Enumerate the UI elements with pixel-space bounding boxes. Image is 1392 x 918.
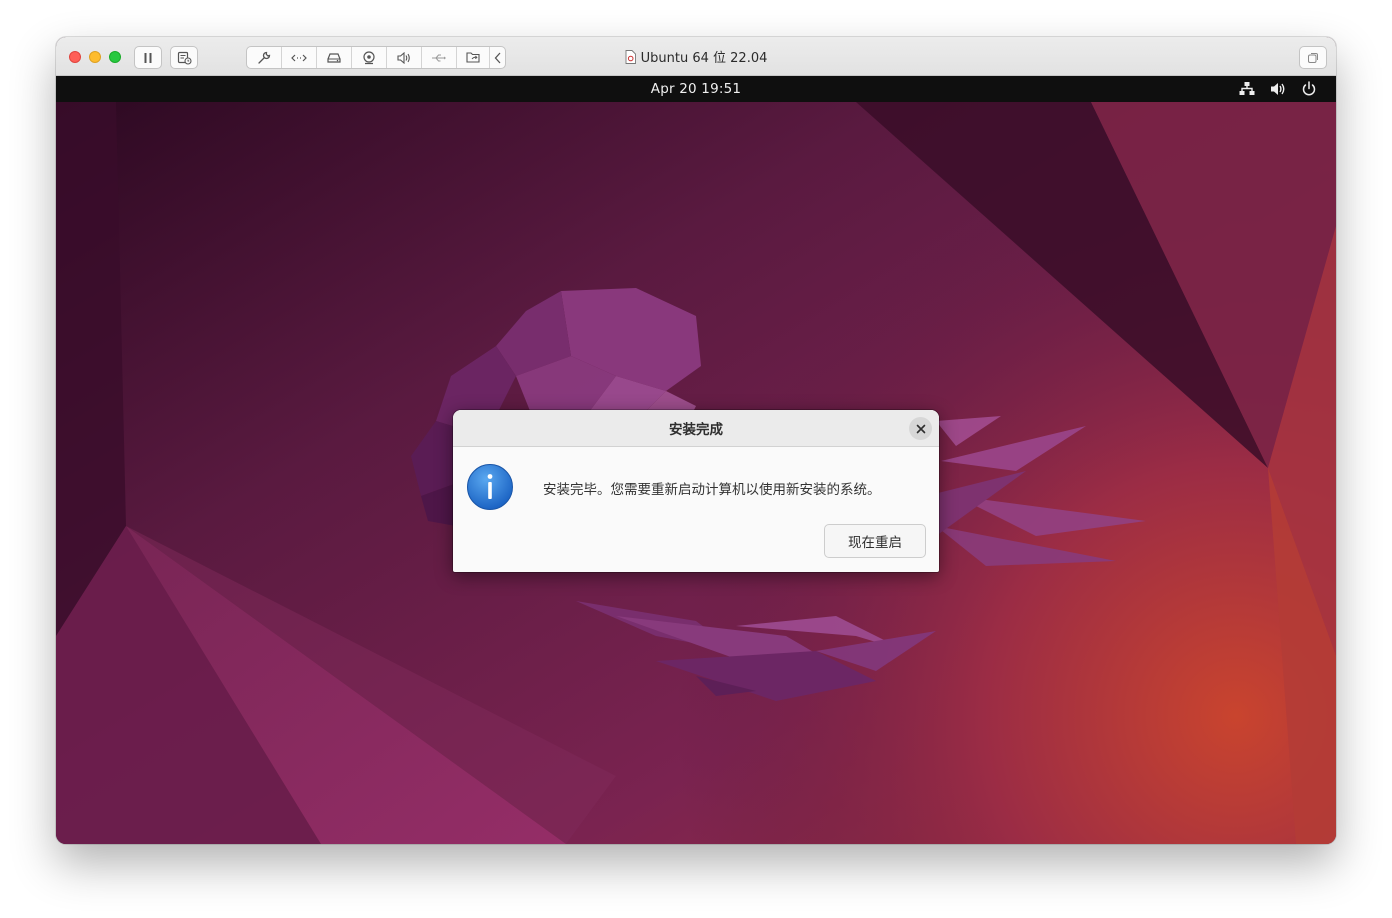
fullscreen-button[interactable] <box>1299 46 1327 69</box>
vm-desktop: Apr 20 19:51 安装完成 安装完毕。您需要重新启动计算机以使用新安装的… <box>56 76 1336 844</box>
usb-button[interactable] <box>422 47 457 68</box>
audio-button[interactable] <box>387 47 422 68</box>
volume-icon[interactable] <box>1269 80 1287 98</box>
vm-document-icon <box>625 49 636 64</box>
dialog-close-button[interactable] <box>909 417 932 440</box>
dialog-title: 安装完成 <box>669 422 723 438</box>
dialog-message: 安装完毕。您需要重新启动计算机以使用新安装的系统。 <box>543 482 881 498</box>
window-title-text: Ubuntu 64 位 22.04 <box>640 51 768 66</box>
gnome-top-bar: Apr 20 19:51 <box>56 76 1336 102</box>
pause-button[interactable] <box>134 46 162 69</box>
snapshot-button[interactable] <box>170 46 198 69</box>
shared-folder-icon <box>465 52 480 63</box>
settings-wrench-icon <box>258 51 271 64</box>
camera-icon <box>363 50 375 64</box>
camera-button[interactable] <box>352 47 387 68</box>
hard-disk-icon <box>327 52 341 63</box>
system-tray[interactable] <box>1238 80 1318 98</box>
zoom-window-button[interactable] <box>109 51 121 63</box>
settings-button[interactable] <box>247 47 282 68</box>
snapshot-icon <box>177 51 192 65</box>
collapse-toolbar-button[interactable] <box>490 47 505 68</box>
dialog-header: 安装完成 <box>453 410 939 447</box>
info-icon <box>467 464 513 510</box>
close-window-button[interactable] <box>69 51 81 63</box>
hard-disk-button[interactable] <box>317 47 352 68</box>
pause-icon <box>144 52 152 63</box>
network-icon[interactable] <box>1238 80 1256 98</box>
code-arrows-icon <box>291 54 307 61</box>
install-complete-dialog: 安装完成 安装完毕。您需要重新启动计算机以使用新安装的系统。 现在重启 <box>453 410 939 572</box>
close-icon <box>916 424 925 433</box>
fullscreen-icon <box>1308 52 1318 63</box>
vm-window: Ubuntu 64 位 22.04 Apr 20 19:51 安装完成 安装完毕… <box>56 37 1336 844</box>
vm-toolbar-group <box>246 46 506 69</box>
window-titlebar: Ubuntu 64 位 22.04 <box>56 37 1336 76</box>
shared-folder-button[interactable] <box>457 47 490 68</box>
code-button[interactable] <box>282 47 317 68</box>
minimize-window-button[interactable] <box>89 51 101 63</box>
speaker-icon <box>397 51 410 64</box>
clock[interactable]: Apr 20 19:51 <box>651 81 741 97</box>
chevron-left-icon <box>494 52 500 63</box>
power-icon[interactable] <box>1300 80 1318 98</box>
restart-now-button[interactable]: 现在重启 <box>824 524 926 558</box>
usb-icon <box>432 54 446 61</box>
